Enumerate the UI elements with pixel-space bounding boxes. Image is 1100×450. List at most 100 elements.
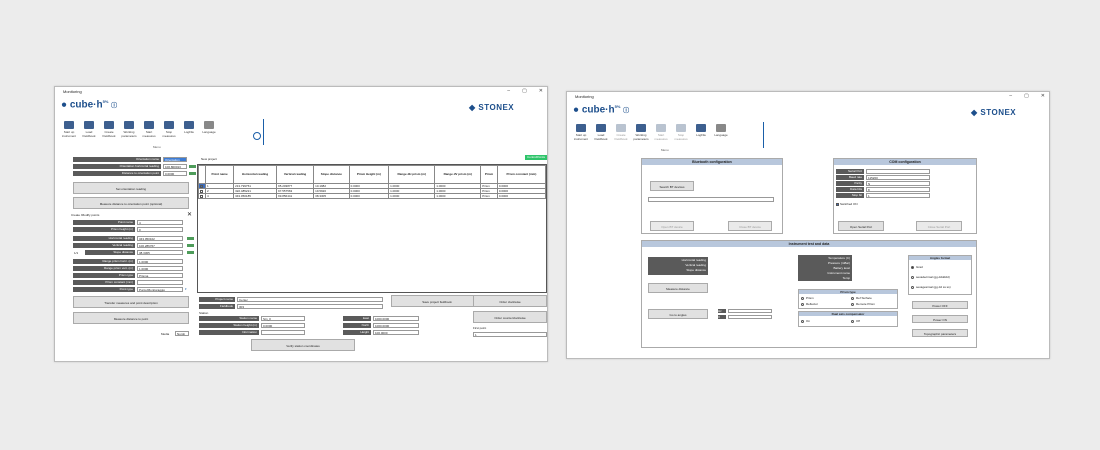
power-off-button[interactable]: Power OFF xyxy=(912,301,968,309)
info-icon[interactable]: ⓘ xyxy=(111,103,117,109)
clear-icon[interactable]: ✕ xyxy=(187,211,192,218)
table-cell[interactable]: Prism xyxy=(480,193,498,199)
ribbon-create-fieldbook[interactable]: Create Fieldbook xyxy=(611,124,631,141)
horizontal-reading-input[interactable]: 343.050102 xyxy=(137,236,183,241)
ribbon-load-fieldbook[interactable]: Load Fieldbook xyxy=(591,124,611,141)
ribbon-load-fieldbook[interactable]: Load Fieldbook xyxy=(79,121,99,138)
go-to-angles-button[interactable]: Go to angles xyxy=(648,309,708,319)
ribbon-working-parameters[interactable]: Working parameters xyxy=(631,124,651,141)
range-horiz-input[interactable]: 1.0000 xyxy=(137,259,183,264)
close-serial-button[interactable]: Close Serial Port xyxy=(916,221,962,231)
table-cell[interactable]: 4 xyxy=(204,193,235,199)
east-input[interactable]: 1000.0000 xyxy=(373,316,419,321)
table-header[interactable]: Range dH prism (m) xyxy=(388,165,436,184)
checkbox[interactable] xyxy=(200,194,203,198)
ribbon-logfile[interactable]: LogFile xyxy=(179,121,199,138)
table-header[interactable]: Vertical reading xyxy=(276,165,315,184)
reflector-radio[interactable]: Reflector xyxy=(801,302,818,306)
table-cell[interactable]: 38.3305 xyxy=(313,193,350,199)
checkbox[interactable] xyxy=(200,189,203,193)
data-bits-select[interactable]: 8 xyxy=(866,187,930,192)
ref-surface-radio[interactable]: Ref Surface xyxy=(851,296,872,300)
search-bt-button[interactable]: Search BT devices xyxy=(650,181,694,191)
minimize-icon[interactable]: – xyxy=(507,88,510,94)
table-header[interactable]: Slope distance xyxy=(313,165,350,184)
project-name-input[interactable]: Certec xyxy=(237,297,383,302)
ribbon-working-parameters[interactable]: Working parameters xyxy=(119,121,139,138)
station-height-input[interactable]: 0.0000 xyxy=(261,323,305,328)
ribbon-stop-measures[interactable]: Stop measures xyxy=(671,124,691,141)
order-counterclockwise-button[interactable]: Order counterclockwise xyxy=(473,311,547,323)
orientation-hz-input[interactable]: 100.800013 xyxy=(163,164,187,169)
switched-on-checkbox[interactable]: Switched ON xyxy=(836,202,858,206)
baud-rate-select[interactable]: 115200 xyxy=(866,175,930,180)
read-v-point-icon[interactable] xyxy=(187,244,194,247)
hz-input[interactable] xyxy=(728,309,772,313)
prism-type-select[interactable]: Prisma xyxy=(137,273,183,278)
vertical-reading-input[interactable]: 100.286767 xyxy=(137,243,183,248)
ribbon-stop-measures[interactable]: Stop measures xyxy=(159,121,179,138)
ribbon-logfile[interactable]: LogFile xyxy=(691,124,711,141)
prism-constant-input[interactable] xyxy=(137,280,183,285)
ribbon-start-up[interactable]: Start up instrument xyxy=(59,121,79,138)
prism-height-input[interactable]: 0 xyxy=(137,227,183,232)
checkbox[interactable] xyxy=(200,184,203,188)
open-bt-button[interactable]: Open BT device xyxy=(650,221,694,231)
radio[interactable] xyxy=(801,302,804,306)
order-clockwise-button[interactable]: Order clockwise xyxy=(473,295,547,307)
table-header[interactable]: Horizontal reading xyxy=(233,165,278,184)
save-project-button[interactable]: Save project fieldbook xyxy=(391,295,483,307)
table-header[interactable]: Point name xyxy=(204,165,235,184)
remote-prism-radio[interactable]: Remote Prism xyxy=(851,302,875,306)
radio[interactable] xyxy=(851,319,854,323)
parity-select[interactable]: N xyxy=(866,181,930,186)
orientation-name-input[interactable]: Orientation xyxy=(163,157,187,162)
grad-radio[interactable]: Grad xyxy=(911,265,923,269)
verify-station-button[interactable]: Verify station coordinates xyxy=(251,339,355,351)
point-name-input[interactable]: 4 xyxy=(137,220,183,225)
information-input[interactable] xyxy=(261,330,305,335)
checkbox[interactable] xyxy=(836,202,839,206)
table-cell[interactable]: 0.0000 xyxy=(496,193,547,199)
minimize-icon[interactable]: – xyxy=(1009,93,1012,99)
compensator-off-radio[interactable]: Off xyxy=(851,319,860,323)
close-icon[interactable]: ✕ xyxy=(539,88,543,94)
radio[interactable] xyxy=(801,319,804,323)
maximize-icon[interactable]: ▢ xyxy=(1024,93,1029,99)
transfer-measures-button[interactable]: Transfer measures and point description xyxy=(73,296,189,308)
measure-orientation-distance-button[interactable]: Measure distance to orientation point (o… xyxy=(73,197,189,209)
table-cell[interactable]: 99.856441 xyxy=(276,193,315,199)
info-icon[interactable]: ⓘ xyxy=(623,108,629,114)
slope-distance-input[interactable]: 38.3305 xyxy=(137,250,183,255)
measure-distance-button[interactable]: Measure distance xyxy=(648,283,708,293)
table-cell[interactable]: 1.0000 xyxy=(434,193,482,199)
maximize-icon[interactable]: ▢ xyxy=(522,88,527,94)
table-header[interactable]: Prism constant (mm) xyxy=(496,165,547,184)
read-hz-point-icon[interactable] xyxy=(187,237,194,240)
ribbon-create-fieldbook[interactable]: Create Fieldbook xyxy=(99,121,119,138)
fieldbook-input[interactable]: 303 xyxy=(237,304,383,309)
point-type-select[interactable]: Punto/Monitoraggio xyxy=(137,287,183,292)
table-header[interactable]: Range dV prism (m) xyxy=(434,165,482,184)
v-input[interactable] xyxy=(728,315,772,319)
ribbon-language[interactable]: Language xyxy=(199,121,219,138)
table-header[interactable]: Prism Height (m) xyxy=(348,165,390,184)
table-cell[interactable]: 0.0000 xyxy=(348,193,390,199)
read-distance-icon[interactable] xyxy=(189,172,196,175)
close-icon[interactable]: ✕ xyxy=(1041,93,1045,99)
sexagesimal-radio[interactable]: sexagesimal (gg dd ss ss) xyxy=(911,285,951,289)
range-vert-input[interactable]: 1.0000 xyxy=(137,266,183,271)
dropdown-arrow-icon[interactable]: ▾ xyxy=(185,287,187,291)
first-point-select[interactable]: 1 xyxy=(473,332,547,337)
media-number-input[interactable]: Numb xyxy=(175,331,189,336)
read-slope-icon[interactable] xyxy=(187,251,194,254)
radio[interactable] xyxy=(911,285,914,289)
ribbon-start-up[interactable]: Start up instrument xyxy=(571,124,591,141)
bt-device-select[interactable] xyxy=(648,197,774,202)
stop-bit-select[interactable]: 1 xyxy=(866,193,930,198)
ribbon-start-measures[interactable]: Start measures xyxy=(651,124,671,141)
topographic-parameters-button[interactable]: Topographic parameters xyxy=(912,329,968,337)
sexadecimal-radio[interactable]: sexadecimal (gg.dddddd) xyxy=(911,275,950,279)
station-name-input[interactable]: Stn_0 xyxy=(261,316,305,321)
power-on-button[interactable]: Power ON xyxy=(912,315,968,323)
